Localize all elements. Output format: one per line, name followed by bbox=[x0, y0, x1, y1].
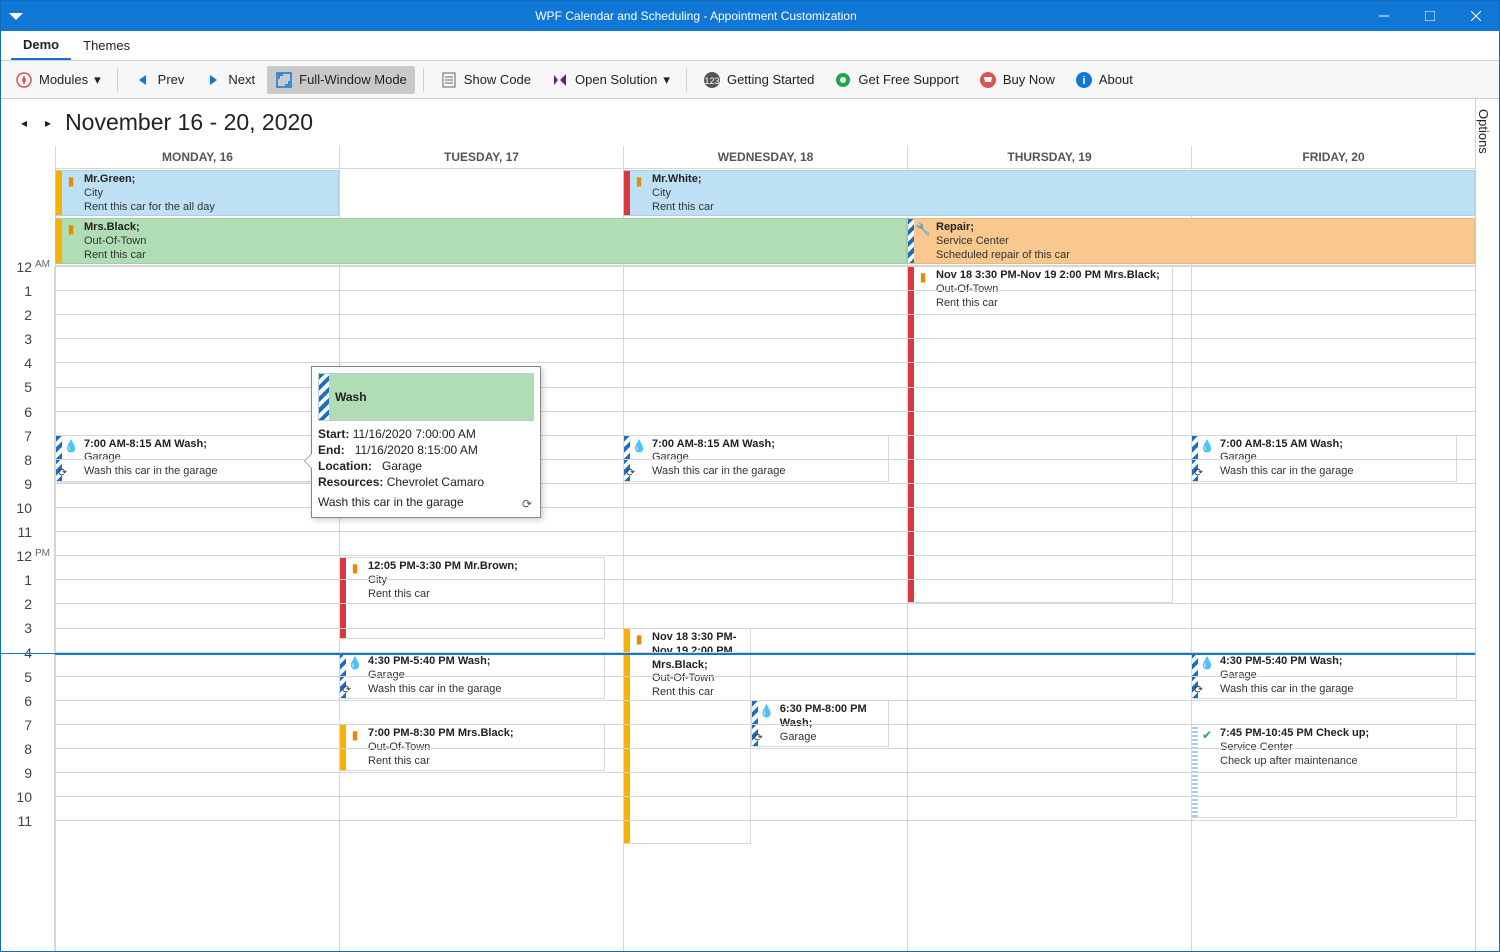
show-code-button[interactable]: Show Code bbox=[432, 66, 539, 94]
time-grid[interactable]: 12AM123456789101112PM1234567891011 💧 7:0… bbox=[1, 266, 1475, 951]
info-icon: i bbox=[1075, 71, 1093, 89]
date-range-title: November 16 - 20, 2020 bbox=[65, 109, 313, 136]
window-buttons bbox=[1361, 1, 1499, 31]
visual-studio-icon bbox=[551, 71, 569, 89]
day-col-mon[interactable] bbox=[55, 266, 339, 951]
day-header-thu[interactable]: THURSDAY, 19 bbox=[907, 146, 1191, 169]
drop-icon: 💧 bbox=[1200, 439, 1215, 453]
tooltip-title: Wash bbox=[329, 374, 533, 420]
fullscreen-icon bbox=[275, 71, 293, 89]
recurrence-icon: ⟳ bbox=[626, 466, 635, 479]
document-icon bbox=[440, 71, 458, 89]
day-header-fri[interactable]: FRIDAY, 20 bbox=[1191, 146, 1475, 169]
tag-icon: ▮ bbox=[920, 270, 927, 284]
appt-wed-mrs-black-long[interactable]: ▮ Nov 18 3:30 PM-Nov 19 2:00 PM Mrs.Blac… bbox=[623, 628, 751, 844]
options-panel[interactable]: Options bbox=[1475, 99, 1499, 951]
cart-icon bbox=[979, 71, 997, 89]
allday-appt-mr-green[interactable]: ▮ Mr.Green; City Rent this car for the a… bbox=[55, 170, 339, 216]
steps-icon: 123 bbox=[703, 71, 721, 89]
close-button[interactable] bbox=[1453, 1, 1499, 31]
calendar: ◂ ▸ November 16 - 20, 2020 MONDAY, 16 TU… bbox=[1, 99, 1475, 951]
window-title: WPF Calendar and Scheduling - Appointmen… bbox=[31, 9, 1361, 23]
open-solution-button[interactable]: Open Solution ▾ bbox=[543, 66, 678, 94]
refresh-icon[interactable]: ⟳ bbox=[522, 497, 532, 511]
day-header-wed[interactable]: WEDNESDAY, 18 bbox=[623, 146, 907, 169]
drop-icon: 💧 bbox=[759, 704, 774, 718]
menu-demo[interactable]: Demo bbox=[11, 32, 71, 60]
tag-icon: ▮ bbox=[68, 222, 75, 236]
next-button[interactable]: Next bbox=[196, 66, 263, 94]
title-bar: WPF Calendar and Scheduling - Appointmen… bbox=[1, 1, 1499, 31]
date-prev-button[interactable]: ◂ bbox=[17, 112, 31, 134]
buy-now-button[interactable]: Buy Now bbox=[971, 66, 1063, 94]
chevron-down-icon: ▾ bbox=[663, 72, 670, 88]
recurrence-icon: ⟳ bbox=[342, 683, 351, 696]
date-header: ◂ ▸ November 16 - 20, 2020 bbox=[1, 99, 1475, 146]
about-button[interactable]: i About bbox=[1067, 66, 1141, 94]
svg-text:i: i bbox=[1082, 75, 1085, 87]
tag-icon: ▮ bbox=[352, 561, 359, 575]
support-icon bbox=[834, 71, 852, 89]
wrench-icon: 🔧 bbox=[916, 222, 931, 236]
tag-icon: ▮ bbox=[636, 174, 643, 188]
time-ruler: 12AM123456789101112PM1234567891011 bbox=[1, 266, 55, 951]
chevron-down-icon: ▾ bbox=[94, 72, 101, 88]
appointment-tooltip: Wash Start: 11/16/2020 7:00:00 AM End: 1… bbox=[311, 366, 541, 518]
day-header-mon[interactable]: MONDAY, 16 bbox=[55, 146, 339, 169]
toolbar: Modules ▾ Prev Next Full-Window Mode Sho… bbox=[1, 61, 1499, 99]
allday-appt-repair[interactable]: 🔧 Repair; Service Center Scheduled repai… bbox=[907, 218, 1475, 264]
drop-icon: 💧 bbox=[1200, 656, 1215, 670]
tag-icon: ▮ bbox=[352, 728, 359, 742]
prev-icon bbox=[134, 71, 152, 89]
tag-icon: ▮ bbox=[68, 174, 75, 188]
menu-bar: Demo Themes bbox=[1, 31, 1499, 61]
check-icon: ✔ bbox=[1202, 728, 1212, 742]
time-slot: 11 bbox=[1, 820, 54, 844]
minimize-button[interactable] bbox=[1361, 1, 1407, 31]
day-headers: MONDAY, 16 TUESDAY, 17 WEDNESDAY, 18 THU… bbox=[55, 146, 1475, 169]
prev-button[interactable]: Prev bbox=[126, 66, 193, 94]
day-col-fri[interactable] bbox=[1191, 266, 1475, 951]
appt-fri-checkup[interactable]: ✔ 7:45 PM-10:45 PM Check up; Service Cen… bbox=[1191, 724, 1457, 818]
drop-icon: 💧 bbox=[64, 439, 79, 453]
recurrence-icon: ⟳ bbox=[58, 466, 67, 479]
date-next-button[interactable]: ▸ bbox=[41, 112, 55, 134]
all-day-area: ▮ Mr.Green; City Rent this car for the a… bbox=[55, 169, 1475, 266]
day-col-wed[interactable] bbox=[623, 266, 907, 951]
compass-icon bbox=[15, 71, 33, 89]
day-header-tue[interactable]: TUESDAY, 17 bbox=[339, 146, 623, 169]
options-label: Options bbox=[1476, 109, 1491, 154]
get-support-button[interactable]: Get Free Support bbox=[826, 66, 966, 94]
menu-themes[interactable]: Themes bbox=[71, 32, 142, 60]
drop-icon: 💧 bbox=[348, 656, 363, 670]
maximize-button[interactable] bbox=[1407, 1, 1453, 31]
svg-text:123: 123 bbox=[704, 76, 719, 86]
drop-icon: 💧 bbox=[632, 439, 647, 453]
recurrence-icon: ⟳ bbox=[1194, 466, 1203, 479]
full-window-button[interactable]: Full-Window Mode bbox=[267, 66, 415, 94]
recurrence-icon: ⟳ bbox=[1194, 683, 1203, 696]
allday-appt-mr-white[interactable]: ▮ Mr.White; City Rent this car bbox=[623, 170, 1475, 216]
getting-started-button[interactable]: 123 Getting Started bbox=[695, 66, 822, 94]
recurrence-icon: ⟳ bbox=[754, 731, 763, 744]
app-logo-icon bbox=[1, 1, 31, 31]
modules-button[interactable]: Modules ▾ bbox=[7, 66, 109, 94]
next-icon bbox=[204, 71, 222, 89]
allday-appt-mrs-black[interactable]: ▮ Mrs.Black; Out-Of-Town Rent this car bbox=[55, 218, 907, 264]
tag-icon: ▮ bbox=[636, 632, 643, 646]
